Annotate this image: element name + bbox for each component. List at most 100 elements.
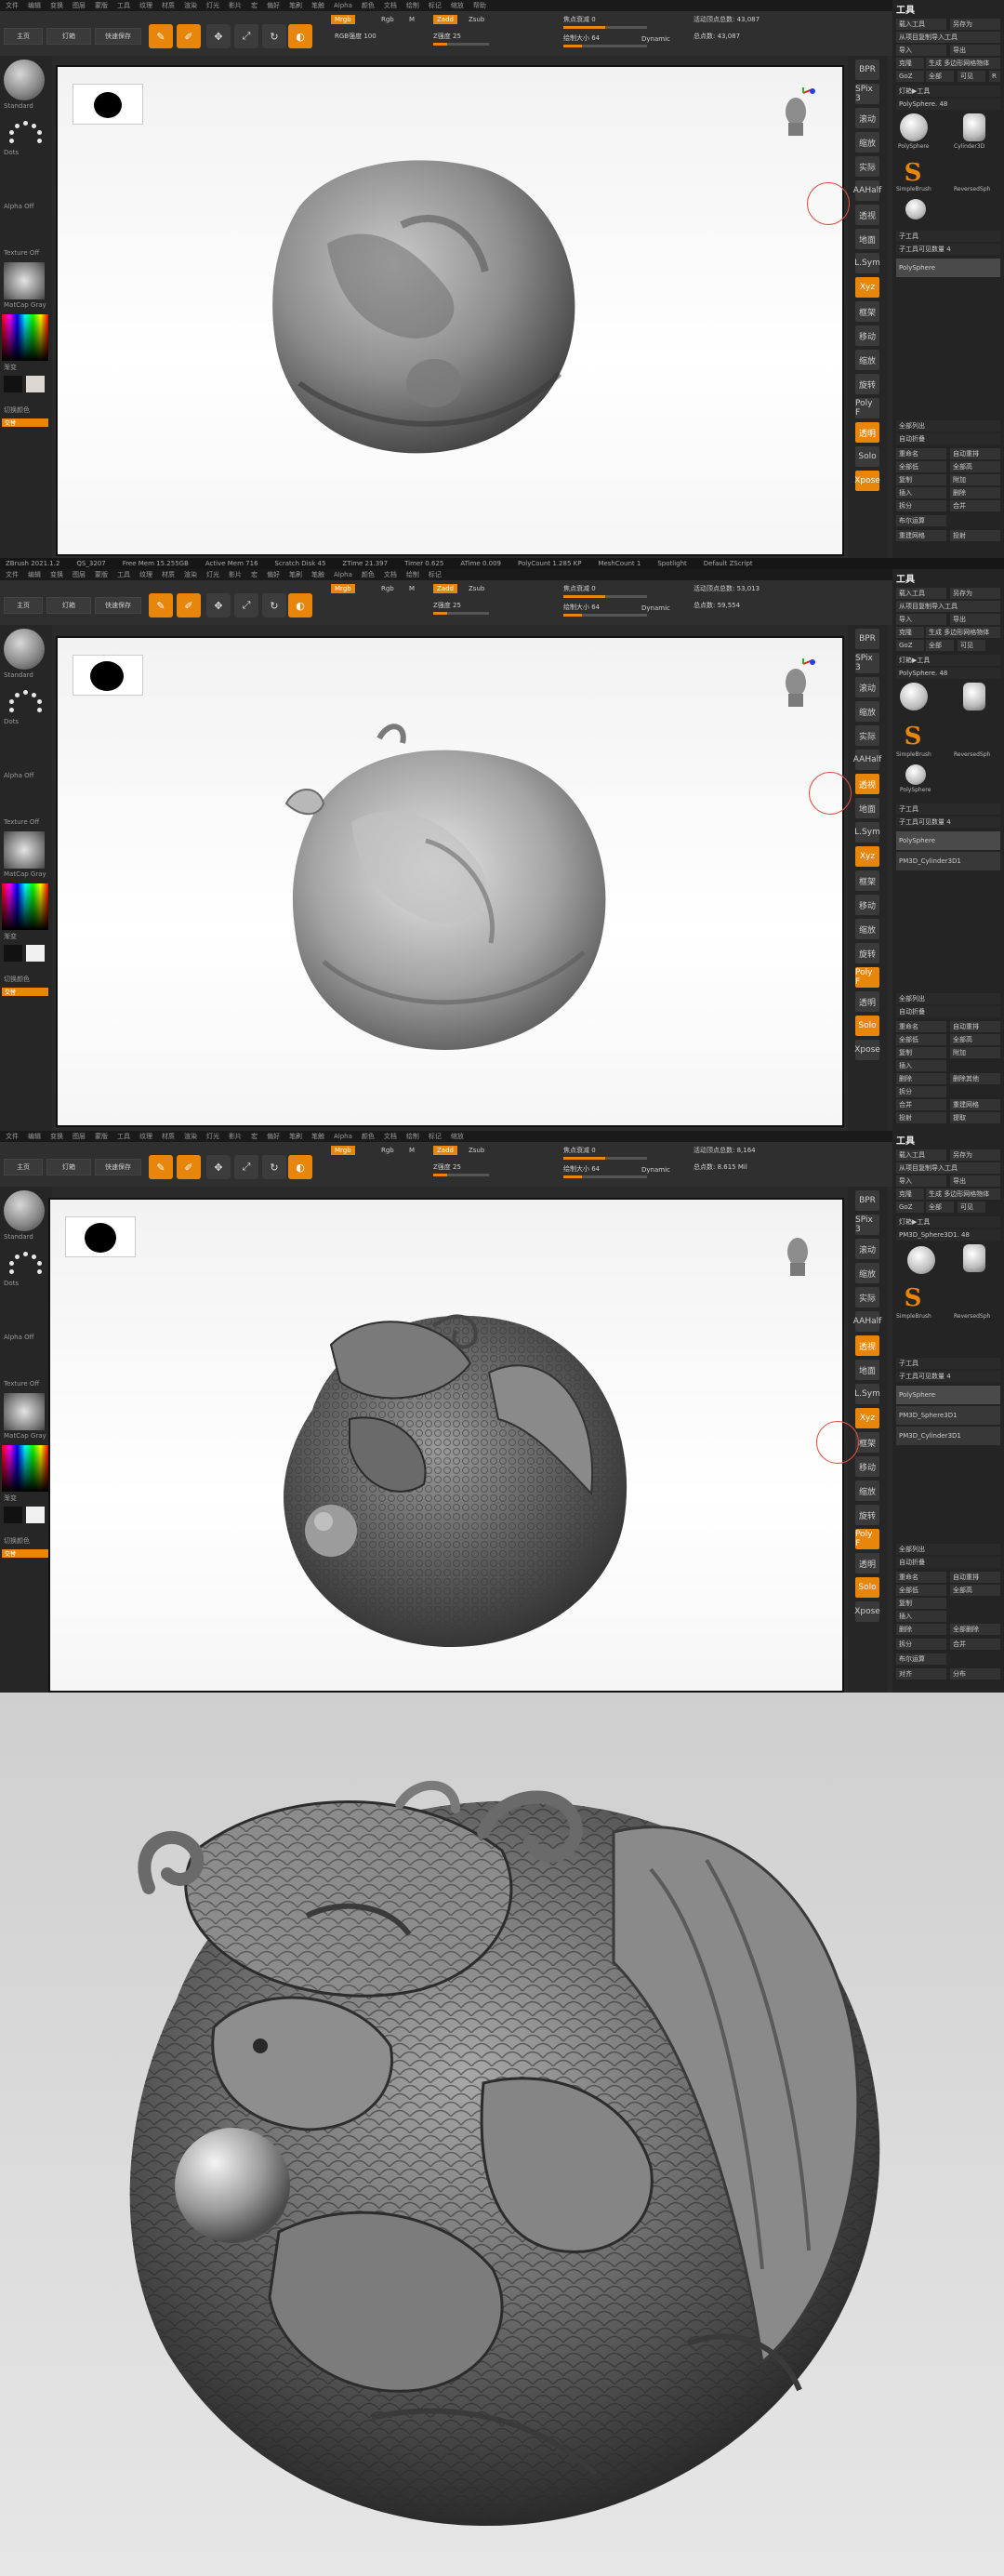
menu-item[interactable]: 缩放 [451,1132,464,1141]
draw-size-label[interactable]: 绘制大小 64 [563,33,600,43]
draw-size-slider[interactable] [563,1175,647,1178]
project-button[interactable]: 投射 [950,530,1000,541]
draw-icon[interactable]: ✐ [177,24,201,48]
menu-item[interactable]: 文档 [384,1,397,10]
menu-item[interactable]: 工具 [117,570,130,579]
brush-thumbnail[interactable] [4,1190,45,1231]
focal-shift-slider[interactable] [563,595,647,598]
solo-button[interactable]: Solo [855,1577,879,1598]
rename-button[interactable]: 重命名 [896,448,946,459]
transp-button[interactable]: 透明 [855,1553,879,1573]
menu-item[interactable]: 宏 [251,1,258,10]
copy-button[interactable]: 复制 [896,1598,946,1609]
m-toggle[interactable]: M [409,585,415,592]
menu-item[interactable]: 工具 [117,1,130,10]
load-tool-button[interactable]: 载入工具 [896,588,946,599]
xyz-button[interactable]: Xyz [855,1408,879,1428]
gradient-label[interactable]: 渐变 [4,1494,17,1503]
menu-item[interactable]: 渲染 [184,1,197,10]
polysphere-small-icon[interactable] [905,764,926,785]
menu-item[interactable]: 渲染 [184,1132,197,1141]
menu-item[interactable]: 编辑 [28,1132,41,1141]
menu-item[interactable]: 绘制 [406,1,419,10]
menu-item[interactable]: 偏好 [267,1132,280,1141]
m-toggle[interactable]: M [409,1147,415,1154]
menu-item[interactable]: 图层 [73,1132,86,1141]
save-as-button[interactable]: 另存为 [950,588,1000,599]
split-button[interactable]: 拆分 [896,500,946,511]
menu-item[interactable]: 文档 [384,570,397,579]
quick-save-button[interactable]: 快速保存 [95,597,141,614]
zsub-toggle[interactable]: Zsub [469,16,484,23]
canvas-viewport[interactable] [56,65,844,556]
xpose-button[interactable]: Xpose [854,1040,880,1060]
rotate-view-button[interactable]: 旋转 [855,1505,879,1525]
persp-button[interactable]: 透视 [855,1335,879,1356]
polyf-button[interactable]: Poly F [855,967,879,988]
subtool-header[interactable]: 子工具 [896,1358,1000,1369]
alpha-label[interactable]: Alpha Off [4,1334,33,1341]
color-picker[interactable] [2,883,48,930]
menu-item[interactable]: 绘制 [406,1132,419,1141]
home-button[interactable]: 主页 [4,1159,43,1175]
stroke-thumbnail[interactable] [6,1252,46,1280]
draw-size-label[interactable]: 绘制大小 64 [563,603,600,612]
secondary-color-swatch[interactable] [4,376,22,392]
zoom-button[interactable]: 缩放 [855,701,879,722]
simplebrush-icon[interactable]: S [900,723,926,750]
lsym-button[interactable]: L.Sym [854,253,880,273]
rotation-gizmo[interactable] [807,182,850,225]
persp-button[interactable]: 透视 [855,205,879,225]
mrgb-toggle[interactable]: Mrgb [331,1146,355,1155]
merge-button[interactable]: 合并 [950,1639,1000,1650]
copy-button[interactable]: 复制 [896,1047,946,1058]
menu-item[interactable]: 材质 [162,1,175,10]
append-button[interactable]: 附加 [950,474,1000,485]
remesh-button[interactable]: 重建网格 [950,1099,1000,1110]
lightbox-tools-button[interactable]: 灯箱▶工具 [896,86,1000,97]
all-button[interactable]: 全部 [926,640,954,651]
alternate-toggle[interactable]: 交替 [2,1549,48,1558]
list-all-button[interactable]: 全部列出 [896,420,1000,432]
spix-button[interactable]: SPix 3 [855,84,879,104]
floor-button[interactable]: 地面 [855,798,879,818]
menu-item[interactable]: 笔刷 [289,570,302,579]
stroke-thumbnail[interactable] [6,121,46,149]
xyz-button[interactable]: Xyz [855,846,879,867]
menu-item[interactable]: 蒙版 [95,570,108,579]
copy-button[interactable]: 复制 [896,474,946,485]
brush-thumbnail[interactable] [4,60,45,100]
copy-tool-button[interactable]: 从项目复制导入工具 [896,601,1000,612]
menu-item[interactable]: 颜色 [362,1132,375,1141]
merge-button[interactable]: 合并 [950,500,1000,511]
auto-collapse-button[interactable]: 自动折叠 [896,433,1000,445]
save-as-button[interactable]: 另存为 [950,1149,1000,1161]
menu-item[interactable]: 编辑 [28,570,41,579]
home-button[interactable]: 主页 [4,28,43,45]
all-low-button[interactable]: 全部低 [896,1034,946,1045]
aahalf-button[interactable]: AAHalf [853,180,881,201]
frame-button[interactable]: 框架 [855,870,879,891]
gradient-label[interactable]: 渐变 [4,932,17,941]
menu-item[interactable]: 文档 [384,1132,397,1141]
export-button[interactable]: 导出 [950,614,1000,625]
edit-icon[interactable]: ✎ [149,24,173,48]
rotate-icon[interactable]: ↻ [262,24,286,48]
spix-button[interactable]: SPix 3 [855,653,879,673]
simplebrush-icon[interactable]: S [900,1284,926,1312]
secondary-color-swatch[interactable] [4,1507,22,1523]
subtool-item[interactable]: PolySphere [896,259,1000,277]
lightbox-tools-button[interactable]: 灯箱▶工具 [896,655,1000,666]
xyz-button[interactable]: Xyz [855,277,879,298]
dynamic-toggle[interactable]: Dynamic [641,35,670,43]
floor-button[interactable]: 地面 [855,1360,879,1380]
menu-item[interactable]: 蒙版 [95,1132,108,1141]
make-polymesh-button[interactable]: 生成 多边形网格物体 [926,1188,1000,1200]
auto-reorder-button[interactable]: 自动重排 [950,1021,1000,1032]
zadd-toggle[interactable]: Zadd [433,584,457,593]
scroll-button[interactable]: 滚动 [855,1239,879,1259]
menu-item[interactable]: 颜色 [362,1,375,10]
zoom-button[interactable]: 缩放 [855,1263,879,1283]
lsym-button[interactable]: L.Sym [854,1384,880,1404]
rotate-view-button[interactable]: 旋转 [855,374,879,394]
